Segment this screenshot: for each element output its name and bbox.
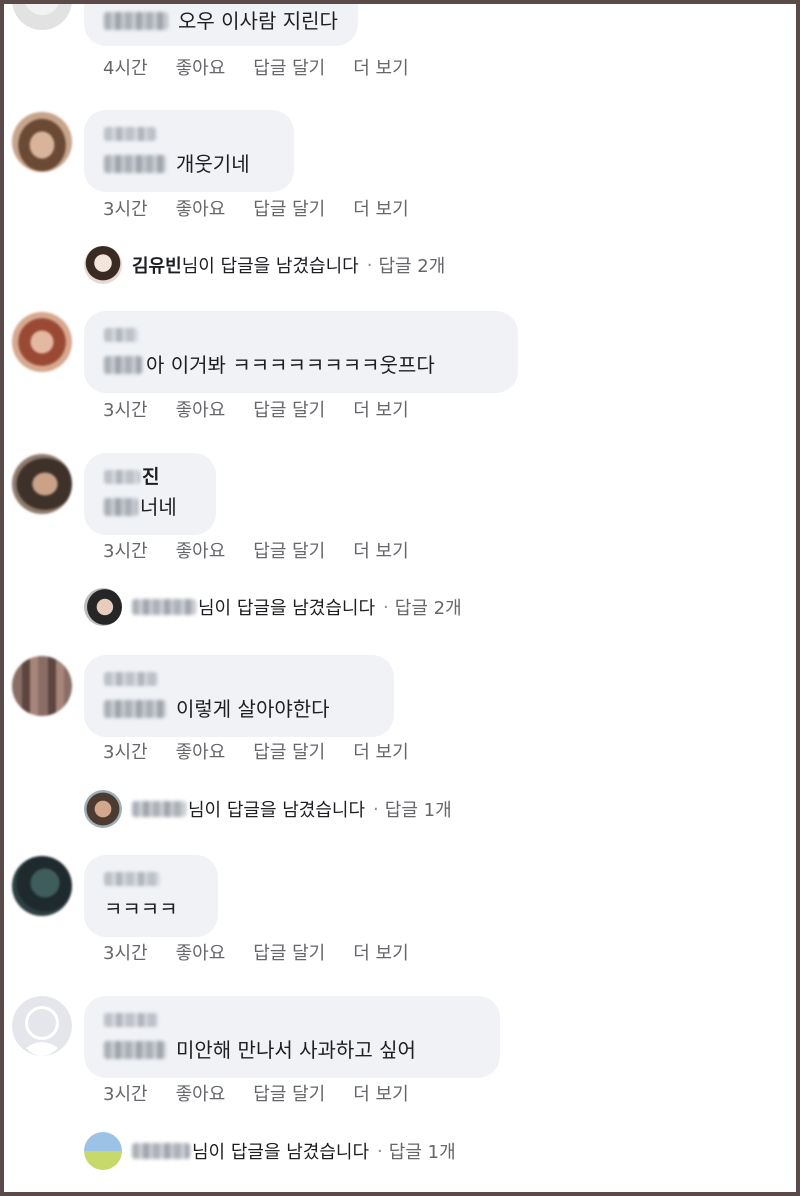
timestamp[interactable]: 3시간 <box>103 537 148 563</box>
more-button[interactable]: 더 보기 <box>353 939 408 965</box>
more-button[interactable]: 더 보기 <box>353 1080 408 1106</box>
blurred-tag <box>104 1041 166 1059</box>
avatar <box>84 588 122 626</box>
comment-text: 개웃기네 <box>176 152 250 176</box>
like-button[interactable]: 좋아요 <box>176 54 226 80</box>
commenter-name[interactable]: 진 <box>142 463 159 491</box>
blurred-name <box>104 1013 158 1027</box>
comment-bubble: 미안해 만나서 사과하고 싶어 <box>84 996 500 1078</box>
more-button[interactable]: 더 보기 <box>353 396 408 422</box>
more-button[interactable]: 더 보기 <box>353 537 408 563</box>
reply-count: 답글 2개 <box>378 256 446 277</box>
separator: · <box>383 596 389 618</box>
more-button[interactable]: 더 보기 <box>353 54 408 80</box>
timestamp[interactable]: 3시간 <box>103 396 148 422</box>
comment-actions: 3시간 좋아요 답글 달기 더 보기 <box>103 1080 437 1106</box>
like-button[interactable]: 좋아요 <box>176 939 226 965</box>
comment-bubble: 오우 이사람 지린다 <box>84 0 358 46</box>
avatar[interactable] <box>12 856 72 916</box>
blurred-tag <box>104 155 166 173</box>
avatar[interactable] <box>12 312 72 372</box>
comment-bubble: 아 이거봐 ㅋㅋㅋㅋㅋㅋㅋㅋ웃프다 <box>84 311 518 393</box>
blurred-name <box>104 470 140 484</box>
blurred-name <box>104 12 168 30</box>
timestamp[interactable]: 3시간 <box>103 1080 148 1106</box>
comment-actions: 3시간 좋아요 답글 달기 더 보기 <box>103 939 437 965</box>
blurred-tag <box>104 498 138 516</box>
separator: · <box>377 1140 383 1162</box>
comment-actions: 3시간 좋아요 답글 달기 더 보기 <box>103 537 437 563</box>
reply-count: 답글 1개 <box>388 1142 456 1163</box>
blurred-name <box>104 328 138 342</box>
blurred-name <box>104 127 156 141</box>
blurred-name <box>104 672 158 686</box>
comment-actions: 3시간 좋아요 답글 달기 더 보기 <box>103 195 437 221</box>
avatar[interactable] <box>12 656 72 716</box>
reply-count: 답글 1개 <box>384 800 452 821</box>
avatar <box>84 790 122 828</box>
more-button[interactable]: 더 보기 <box>353 195 408 221</box>
view-replies-link[interactable]: 님이 답글을 남겼습니다 · 답글 2개 <box>84 588 462 626</box>
separator: · <box>366 254 373 276</box>
comment-bubble: 개웃기네 <box>84 110 294 192</box>
blurred-name <box>132 801 186 817</box>
timestamp[interactable]: 3시간 <box>103 939 148 965</box>
avatar[interactable] <box>12 0 72 30</box>
reply-button[interactable]: 답글 달기 <box>253 396 325 422</box>
comment-text: 오우 이사람 지린다 <box>178 9 338 33</box>
view-replies-link[interactable]: 님이 답글을 남겼습니다 · 답글 1개 <box>84 790 452 828</box>
reply-button[interactable]: 답글 달기 <box>253 738 325 764</box>
timestamp[interactable]: 3시간 <box>103 738 148 764</box>
avatar[interactable] <box>12 454 72 514</box>
like-button[interactable]: 좋아요 <box>176 537 226 563</box>
view-replies-link[interactable]: 님이 답글을 남겼습니다 · 답글 1개 <box>84 1132 456 1170</box>
comment-text: 아 이거봐 ㅋㅋㅋㅋㅋㅋㅋㅋ웃프다 <box>146 353 435 377</box>
avatar[interactable] <box>12 996 72 1056</box>
blurred-name <box>132 1143 190 1159</box>
default-avatar-icon <box>12 996 72 1056</box>
comment-text: 이렇게 살아야한다 <box>176 697 330 721</box>
reply-count: 답글 2개 <box>394 598 462 619</box>
avatar <box>84 1132 122 1170</box>
more-button[interactable]: 더 보기 <box>353 738 408 764</box>
comment-text: 미안해 만나서 사과하고 싶어 <box>176 1038 416 1062</box>
reply-message: 님이 답글을 남겼습니다 <box>198 598 376 619</box>
reply-button[interactable]: 답글 달기 <box>253 54 325 80</box>
reply-message: 님이 답글을 남겼습니다 <box>192 1142 370 1163</box>
comment-bubble: ㅋㅋㅋㅋ <box>84 855 218 937</box>
separator: · <box>373 798 379 820</box>
like-button[interactable]: 좋아요 <box>176 195 226 221</box>
view-replies-link[interactable]: 김유빈 님이 답글을 남겼습니다 · 답글 2개 <box>84 246 445 284</box>
comment-actions: 3시간 좋아요 답글 달기 더 보기 <box>103 396 437 422</box>
reply-button[interactable]: 답글 달기 <box>253 939 325 965</box>
like-button[interactable]: 좋아요 <box>176 396 226 422</box>
timestamp[interactable]: 4시간 <box>103 54 148 80</box>
comment-text: 너네 <box>140 495 177 519</box>
like-button[interactable]: 좋아요 <box>176 1080 226 1106</box>
avatar <box>84 246 122 284</box>
reply-button[interactable]: 답글 달기 <box>253 537 325 563</box>
comment-bubble: 진 너네 <box>84 453 216 535</box>
comment-actions: 4시간 좋아요 답글 달기 더 보기 <box>103 54 437 80</box>
avatar[interactable] <box>12 112 72 172</box>
reply-author: 김유빈 <box>132 256 182 277</box>
blurred-name <box>132 599 196 615</box>
reply-message: 님이 답글을 남겼습니다 <box>181 256 359 277</box>
blurred-name <box>104 872 160 886</box>
timestamp[interactable]: 3시간 <box>103 195 148 221</box>
blurred-tag <box>104 700 166 718</box>
comment-bubble: 이렇게 살아야한다 <box>84 655 394 737</box>
like-button[interactable]: 좋아요 <box>176 738 226 764</box>
comment-text: ㅋㅋㅋㅋ <box>104 897 178 921</box>
reply-button[interactable]: 답글 달기 <box>253 1080 325 1106</box>
blurred-tag <box>104 356 142 374</box>
reply-button[interactable]: 답글 달기 <box>253 195 325 221</box>
reply-message: 님이 답글을 남겼습니다 <box>188 800 366 821</box>
comment-actions: 3시간 좋아요 답글 달기 더 보기 <box>103 738 437 764</box>
